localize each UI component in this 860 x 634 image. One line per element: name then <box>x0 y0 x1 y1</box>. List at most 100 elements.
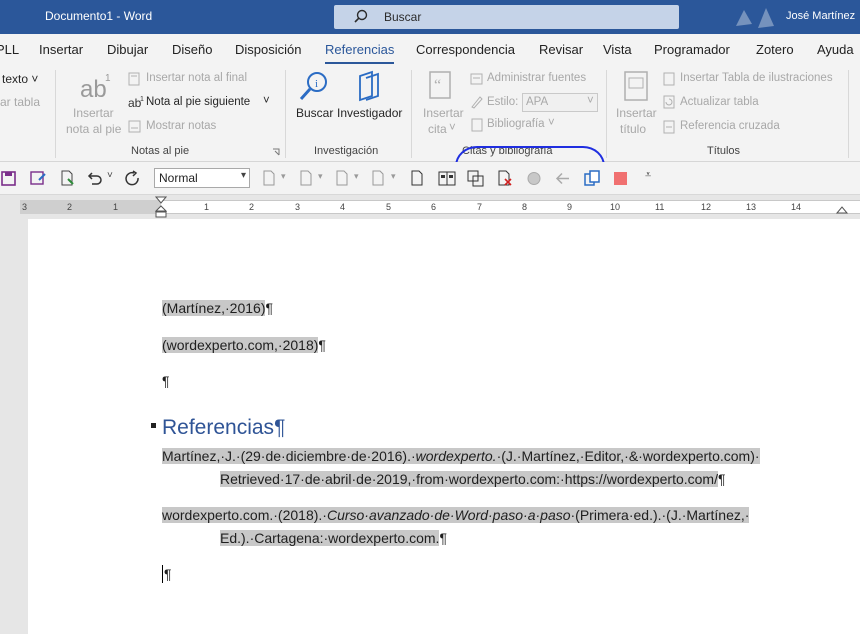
search-box[interactable]: Buscar <box>334 5 679 29</box>
citation-style-select[interactable]: APA ˅ <box>522 93 598 112</box>
next-footnote-dropdown-icon[interactable]: ˅ <box>263 95 270 107</box>
pilcrow: ¶ <box>274 416 286 439</box>
insert-endnote-button[interactable]: Insertar nota al final <box>146 72 247 84</box>
ruler-number: 4 <box>340 202 346 212</box>
dropdown-icon[interactable]: ▾ <box>391 171 396 182</box>
insert-footnote-label-2[interactable]: nota al pie <box>66 122 121 136</box>
pilcrow: ¶ <box>439 530 447 546</box>
show-notes-button[interactable]: Mostrar notas <box>146 120 216 132</box>
reference-text: Martínez,·J.·(29·de·diciembre·de·2016).· <box>162 448 416 464</box>
ruler-number: 13 <box>746 202 757 212</box>
dropdown-icon[interactable]: ▾ <box>354 171 359 182</box>
cross-reference-icon <box>663 120 675 134</box>
insert-citation-label-1[interactable]: Insertar <box>423 106 464 120</box>
reference-text: wordexperto.com.·(2018).· <box>162 507 327 523</box>
insert-caption-label-1[interactable]: Insertar <box>616 106 657 120</box>
dropdown-icon[interactable]: ▾ <box>318 171 323 182</box>
svg-text:1: 1 <box>140 96 144 103</box>
chevron-down-icon: ▾ <box>240 170 246 181</box>
tab-disposicion[interactable]: Disposición <box>235 42 301 57</box>
indent-marker-icon[interactable] <box>155 196 167 218</box>
tab-diseno[interactable]: Diseño <box>172 42 212 57</box>
empty-paragraph[interactable]: ¶ <box>164 566 172 582</box>
style-label: Estilo: <box>487 96 519 108</box>
circle-icon[interactable] <box>525 170 543 187</box>
undo-icon[interactable] <box>86 170 104 187</box>
copy-icon[interactable] <box>583 170 601 187</box>
insert-caption-label-2[interactable]: título <box>620 122 646 136</box>
citation-paragraph[interactable]: (Martínez,·2016)¶ <box>162 300 273 316</box>
undo-dropdown-icon[interactable]: ˅ <box>107 170 113 181</box>
tab-referencias[interactable]: Referencias <box>325 42 394 57</box>
toc-text-button[interactable]: texto ˅ <box>2 72 38 86</box>
copy-frames-icon[interactable] <box>467 170 485 187</box>
citation-paragraph[interactable]: (wordexperto.com,·2018)¶ <box>162 337 326 353</box>
cross-reference-button[interactable]: Referencia cruzada <box>680 120 780 132</box>
empty-paragraph[interactable]: ¶ <box>162 373 170 389</box>
page-icon[interactable] <box>260 170 278 187</box>
ruler-number: 8 <box>522 202 528 212</box>
group-separator <box>411 70 412 158</box>
insert-endnote-icon <box>128 72 140 86</box>
insert-caption-icon <box>624 71 648 101</box>
insert-table-of-figures-button[interactable]: Insertar Tabla de ilustraciones <box>680 72 833 84</box>
ruler-number: 14 <box>791 202 802 212</box>
page-icon[interactable] <box>369 170 387 187</box>
pilcrow: ¶ <box>265 300 274 316</box>
svg-text:“: “ <box>434 77 441 94</box>
tab-correspondencia[interactable]: Correspondencia <box>416 42 515 57</box>
citation-field[interactable]: (Martínez,·2016) <box>162 300 266 316</box>
toc-update-button[interactable]: ar tabla <box>0 95 40 109</box>
tab-revisar[interactable]: Revisar <box>539 42 583 57</box>
customize-toolbar-icon[interactable]: ⩡ <box>645 169 651 182</box>
tab-dibujar[interactable]: Dibujar <box>107 42 148 57</box>
researcher-button[interactable]: Investigador <box>337 106 402 120</box>
new-document-icon[interactable] <box>58 170 76 187</box>
tab-pll[interactable]: PLL <box>0 42 19 57</box>
update-table-button[interactable]: Actualizar tabla <box>680 96 759 108</box>
right-indent-marker-icon[interactable] <box>836 200 848 214</box>
style-selector[interactable]: Normal ▾ <box>154 168 250 188</box>
bibliography-button[interactable]: Bibliografía <box>487 118 545 130</box>
tab-insertar[interactable]: Insertar <box>39 42 83 57</box>
save-as-icon[interactable] <box>29 170 47 187</box>
bibliography-entry-line[interactable]: Retrieved·17·de·abril·de·2019,·from·word… <box>220 471 726 487</box>
citation-field[interactable]: (wordexperto.com,·2018) <box>162 337 319 353</box>
user-name[interactable]: José Martínez <box>786 10 855 22</box>
manage-sources-button[interactable]: Administrar fuentes <box>487 72 586 84</box>
bibliography-entry-line[interactable]: Ed.).·Cartagena:·wordexperto.com.¶ <box>220 530 447 546</box>
blank-page-icon[interactable] <box>408 170 426 187</box>
bibliography-dropdown-icon[interactable]: ˅ <box>548 117 555 129</box>
two-pages-icon[interactable] <box>438 170 456 187</box>
show-notes-icon <box>128 120 141 133</box>
search-icon <box>354 9 368 23</box>
stop-icon[interactable] <box>612 170 630 187</box>
ruler[interactable]: 3 2 1 1 2 3 4 5 6 7 8 9 10 11 12 13 14 <box>0 196 860 218</box>
next-footnote-button[interactable]: Nota al pie siguiente <box>146 96 250 108</box>
insert-footnote-label-1[interactable]: Insertar <box>73 106 114 120</box>
insert-citation-dropdown-icon[interactable]: ˅ <box>449 122 456 134</box>
save-icon[interactable] <box>0 170 18 187</box>
dialog-launcher-icon[interactable] <box>272 148 280 156</box>
ruler-number: 12 <box>701 202 712 212</box>
style-icon <box>471 96 483 109</box>
bibliography-entry-line[interactable]: wordexperto.com.·(2018).·Curso·avanzado·… <box>162 507 750 523</box>
ruler-number: 6 <box>431 202 437 212</box>
ribbon-tabs: PLL Insertar Dibujar Diseño Disposición … <box>0 34 860 65</box>
delete-page-icon[interactable] <box>496 170 514 187</box>
bibliography-entry-line[interactable]: Martínez,·J.·(29·de·diciembre·de·2016).·… <box>162 448 760 464</box>
search-button[interactable]: Buscar <box>296 106 333 120</box>
page-icon[interactable] <box>297 170 315 187</box>
title-decoration-icon <box>736 8 774 28</box>
tab-vista[interactable]: Vista <box>603 42 632 57</box>
insert-citation-label-2[interactable]: cita <box>428 122 447 136</box>
tab-zotero[interactable]: Zotero <box>756 42 794 57</box>
tab-ayuda[interactable]: Ayuda <box>817 42 854 57</box>
tab-programador[interactable]: Programador <box>654 42 730 57</box>
page-icon[interactable] <box>333 170 351 187</box>
back-arrow-icon[interactable] <box>554 170 572 187</box>
bibliography-heading[interactable]: Referencias¶ <box>162 416 285 440</box>
dropdown-icon[interactable]: ▾ <box>281 171 286 182</box>
redo-icon[interactable] <box>124 170 142 187</box>
insert-citation-icon: “ <box>429 71 451 99</box>
